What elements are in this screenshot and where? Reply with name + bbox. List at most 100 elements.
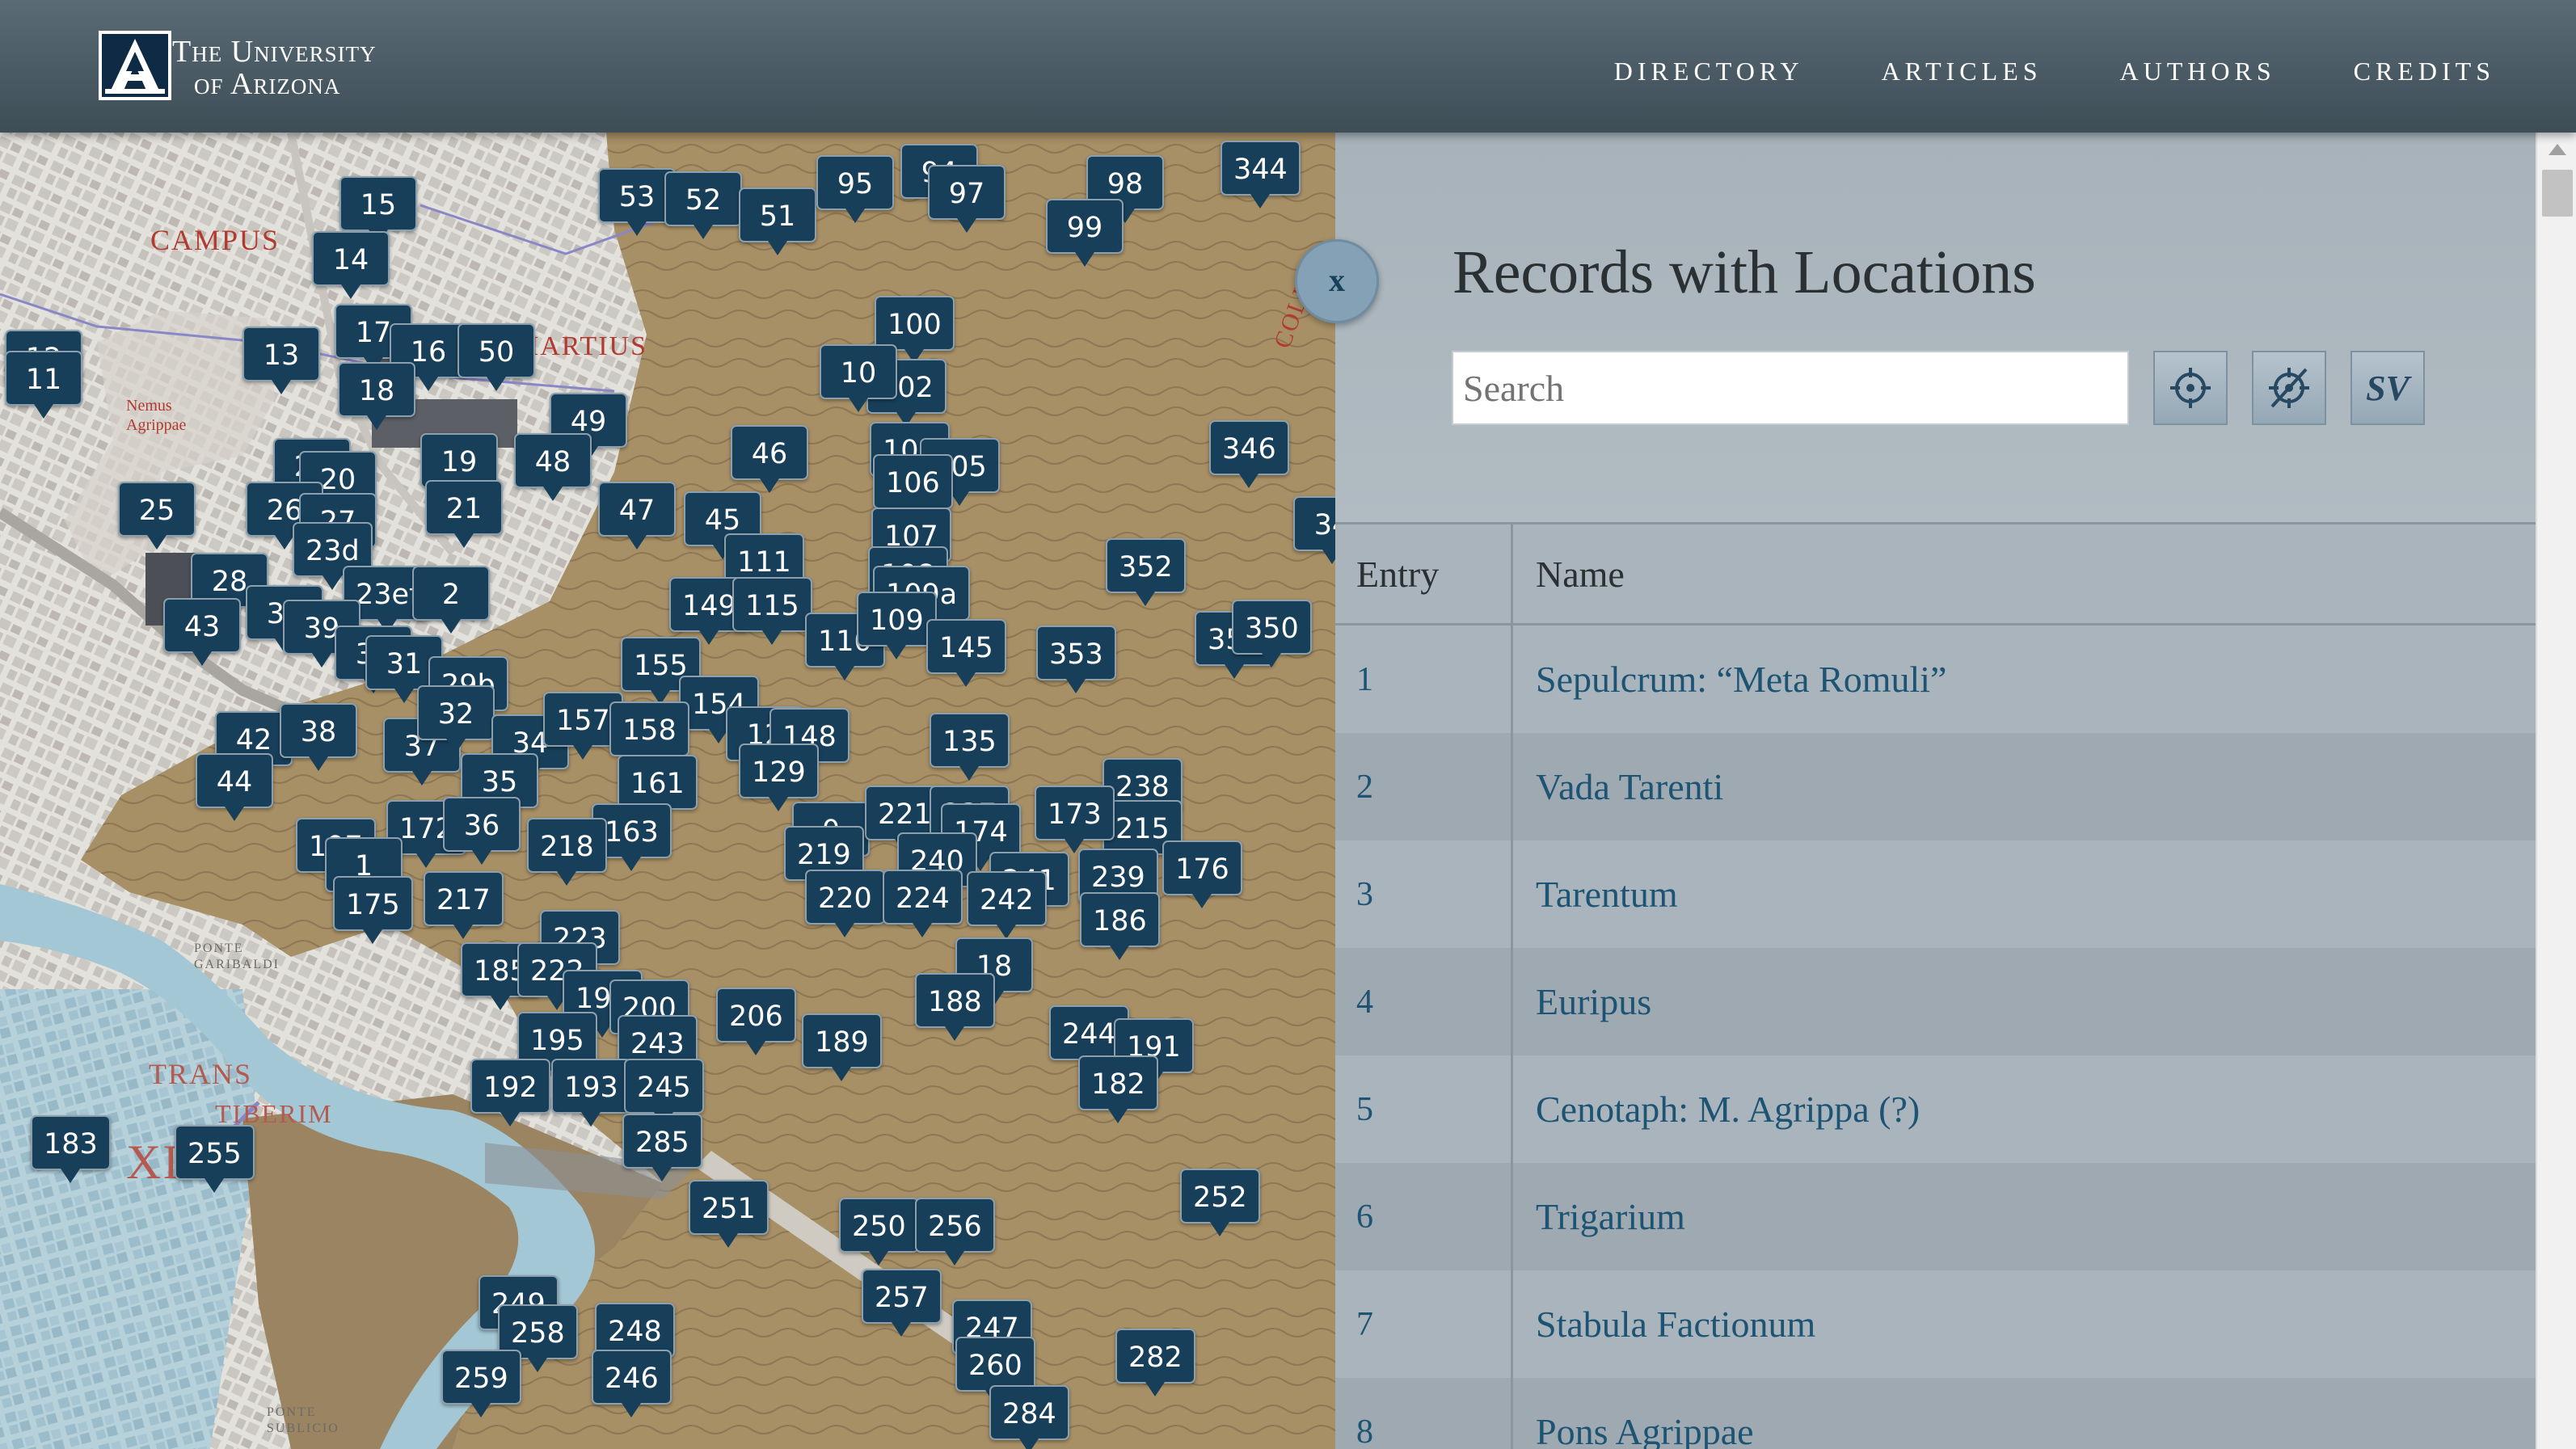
map-marker[interactable]: 52 — [664, 171, 742, 239]
map-marker[interactable]: 251 — [689, 1180, 769, 1248]
map-marker[interactable]: 99 — [1046, 199, 1124, 267]
map-marker[interactable]: 21 — [425, 480, 503, 548]
map-marker[interactable]: 260 — [955, 1337, 1035, 1405]
map-marker[interactable]: 161 — [618, 755, 698, 823]
panel-scrollbar[interactable] — [2536, 133, 2576, 1449]
map-marker[interactable]: 173 — [1035, 786, 1115, 853]
close-panel-button[interactable]: x — [1295, 239, 1379, 323]
record-link[interactable]: Pons Agrippae — [1513, 1378, 2536, 1449]
map-marker[interactable]: 129 — [739, 743, 819, 811]
table-row[interactable]: 1 Sepulcrum: “Meta Romuli” — [1335, 626, 2536, 733]
map-marker[interactable]: 14 — [312, 231, 390, 299]
map-marker[interactable]: 352 — [1106, 538, 1186, 606]
map-marker[interactable]: 252 — [1180, 1169, 1260, 1236]
map-marker[interactable]: 256 — [915, 1198, 995, 1266]
column-header-name[interactable]: Name — [1513, 524, 2536, 623]
search-input[interactable] — [1452, 351, 2129, 425]
university-logo-icon[interactable] — [97, 29, 173, 102]
table-row[interactable]: 5 Cenotaph: M. Agrippa (?) — [1335, 1055, 2536, 1163]
map-marker[interactable]: 46 — [731, 425, 808, 493]
map-marker[interactable]: 32 — [417, 685, 495, 753]
map-marker[interactable]: 106 — [873, 454, 953, 522]
university-logo-text[interactable]: The University of Arizona — [172, 36, 377, 100]
map-marker[interactable]: 183 — [31, 1115, 111, 1183]
map-marker[interactable]: 11 — [5, 351, 82, 419]
map-marker[interactable]: 259 — [441, 1350, 521, 1417]
record-link[interactable]: Stabula Factionum — [1513, 1270, 2536, 1378]
map-marker[interactable]: 25 — [118, 482, 196, 550]
map-marker[interactable]: 246 — [592, 1350, 672, 1417]
map-marker[interactable]: 100 — [875, 296, 955, 364]
map-marker[interactable]: 344 — [1221, 141, 1301, 209]
map-marker[interactable]: 346 — [1209, 420, 1289, 488]
street-view-button[interactable]: SV — [2350, 351, 2425, 425]
clear-location-button[interactable] — [2252, 351, 2326, 425]
map-view[interactable]: CAMPUS MARTIUS Nemus Agrippae TRANS TIBE… — [0, 133, 1335, 1449]
map-marker[interactable]: 109 — [857, 592, 937, 659]
map-marker[interactable]: 51 — [739, 187, 816, 255]
map-marker[interactable]: 285 — [622, 1114, 702, 1182]
record-link[interactable]: Vada Tarenti — [1513, 733, 2536, 840]
map-marker[interactable]: 50 — [457, 323, 535, 391]
locate-button[interactable] — [2153, 351, 2228, 425]
map-marker[interactable]: 44 — [196, 753, 273, 821]
scroll-up-arrow-icon[interactable] — [2549, 144, 2566, 155]
map-marker[interactable]: 13 — [242, 326, 320, 394]
map-marker[interactable]: 218 — [527, 818, 607, 886]
map-marker[interactable]: 175 — [333, 876, 413, 944]
map-marker[interactable]: 206 — [716, 988, 796, 1055]
column-header-entry[interactable]: Entry — [1335, 524, 1513, 623]
nav-authors[interactable]: AUTHORS — [2120, 57, 2276, 86]
map-marker[interactable]: 220 — [805, 870, 885, 937]
map-marker[interactable]: 97 — [928, 165, 1006, 233]
map-marker[interactable]: 158 — [609, 701, 689, 769]
nav-articles[interactable]: ARTICLES — [1882, 57, 2043, 86]
map-marker[interactable]: 242 — [967, 871, 1047, 939]
map-marker[interactable]: 250 — [839, 1198, 919, 1266]
table-row[interactable]: 2 Vada Tarenti — [1335, 733, 2536, 840]
scroll-thumb[interactable] — [2542, 170, 2573, 217]
map-marker[interactable]: 245 — [624, 1059, 704, 1127]
map-marker[interactable]: 15 — [339, 176, 417, 244]
map-marker[interactable]: 115 — [732, 577, 812, 645]
map-marker[interactable]: 217 — [424, 871, 504, 939]
map-marker[interactable]: 188 — [915, 973, 995, 1041]
map-marker[interactable]: 2 — [412, 566, 490, 634]
map-marker[interactable]: 282 — [1115, 1329, 1195, 1396]
record-link[interactable]: Trigarium — [1513, 1163, 2536, 1270]
map-marker[interactable]: 38 — [280, 703, 357, 771]
map-marker[interactable]: 182 — [1078, 1055, 1158, 1123]
record-link[interactable]: Cenotaph: M. Agrippa (?) — [1513, 1055, 2536, 1163]
map-marker[interactable]: 10 — [820, 344, 897, 412]
record-link[interactable]: Euripus — [1513, 948, 2536, 1055]
map-marker[interactable]: 18 — [338, 362, 415, 430]
map-marker[interactable]: 48 — [514, 433, 592, 501]
map-marker[interactable]: 176 — [1162, 840, 1242, 908]
map-marker[interactable]: 224 — [883, 870, 963, 937]
map-marker[interactable]: 34 — [1293, 496, 1335, 564]
map-marker[interactable]: 255 — [175, 1125, 255, 1193]
map-marker[interactable]: 36 — [443, 797, 521, 865]
map-marker[interactable]: 353 — [1036, 626, 1116, 693]
map-marker[interactable]: 186 — [1080, 892, 1160, 960]
map-marker[interactable]: 192 — [470, 1059, 550, 1127]
nav-credits[interactable]: CREDITS — [2354, 57, 2495, 86]
record-link[interactable]: Sepulcrum: “Meta Romuli” — [1513, 626, 2536, 733]
map-marker[interactable]: 145 — [926, 619, 1006, 687]
map-marker[interactable]: 284 — [989, 1385, 1069, 1449]
map-marker[interactable]: 43 — [163, 598, 241, 666]
map-marker[interactable]: 135 — [930, 713, 1010, 781]
map-marker[interactable]: 95 — [816, 155, 894, 223]
map-marker[interactable]: 257 — [862, 1269, 942, 1337]
map-marker[interactable]: 350 — [1232, 600, 1312, 668]
record-link[interactable]: Tarentum — [1513, 840, 2536, 948]
nav-directory[interactable]: DIRECTORY — [1614, 57, 1804, 86]
table-row[interactable]: 3 Tarentum — [1335, 840, 2536, 948]
map-marker[interactable]: 47 — [598, 482, 676, 550]
table-row[interactable]: 4 Euripus — [1335, 948, 2536, 1055]
map-marker[interactable]: 193 — [551, 1059, 631, 1127]
table-row[interactable]: 6 Trigarium — [1335, 1163, 2536, 1270]
map-marker[interactable]: 189 — [802, 1013, 882, 1081]
table-row[interactable]: 7 Stabula Factionum — [1335, 1270, 2536, 1378]
table-row[interactable]: 8 Pons Agrippae — [1335, 1378, 2536, 1449]
